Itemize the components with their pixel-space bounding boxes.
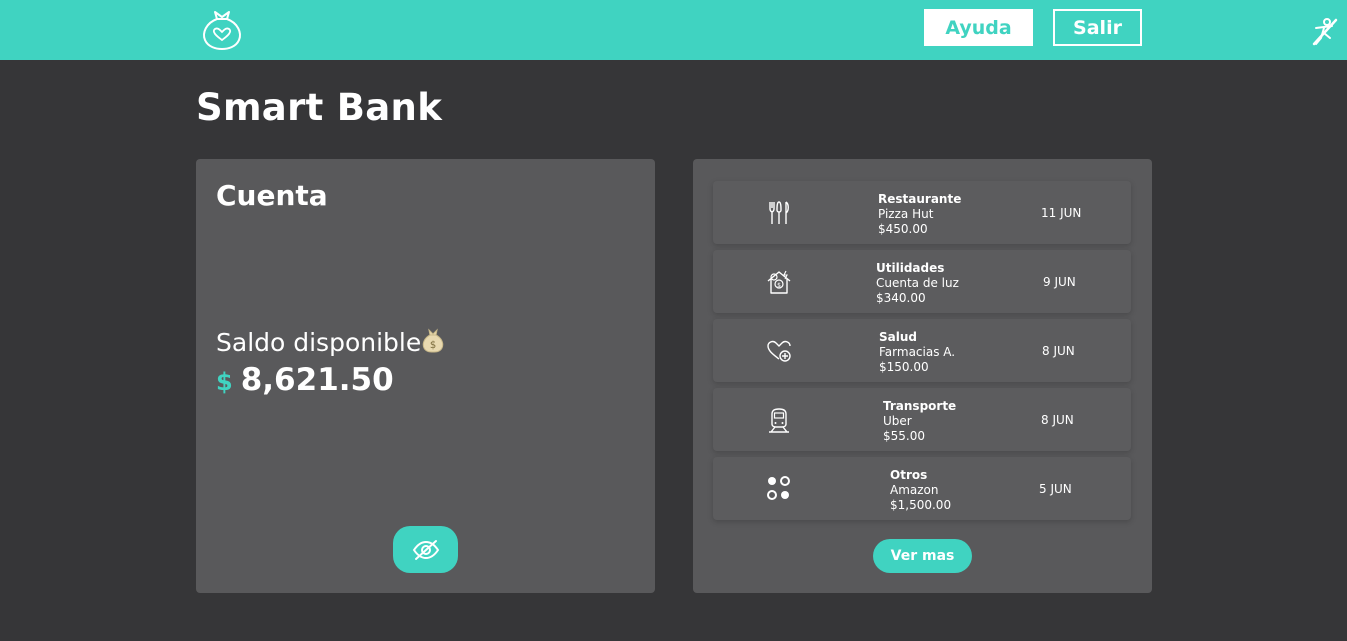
train-transport-icon bbox=[769, 408, 789, 433]
house-utilities-icon: $ bbox=[767, 270, 791, 294]
transaction-category: Salud bbox=[879, 330, 917, 344]
svg-text:$: $ bbox=[777, 282, 781, 289]
transaction-date: 5 JUN bbox=[1039, 482, 1072, 496]
transaction-category: Transporte bbox=[883, 399, 957, 413]
transaction-item[interactable]: Salud Farmacias A. $150.00 8 JUN bbox=[713, 319, 1131, 382]
toggle-balance-visibility-button[interactable] bbox=[393, 526, 458, 573]
money-bag-smile-icon[interactable] bbox=[200, 4, 244, 52]
transaction-details: Otros Amazon $1,500.00 bbox=[890, 468, 951, 513]
balance-amount-row: $8,621.50 bbox=[216, 362, 394, 398]
transactions-card: Restaurante Pizza Hut $450.00 11 JUN $ U… bbox=[693, 159, 1152, 593]
transaction-item[interactable]: Restaurante Pizza Hut $450.00 11 JUN bbox=[713, 181, 1131, 244]
help-button[interactable]: Ayuda bbox=[924, 9, 1033, 46]
grid-dots-icon bbox=[767, 476, 790, 500]
transaction-date: 8 JUN bbox=[1042, 344, 1075, 358]
transaction-date: 11 JUN bbox=[1041, 206, 1082, 220]
transaction-category: Otros bbox=[890, 468, 928, 482]
health-heart-icon bbox=[767, 340, 791, 362]
transaction-details: Restaurante Pizza Hut $450.00 bbox=[878, 192, 961, 237]
accessibility-toggle-icon[interactable] bbox=[1310, 16, 1338, 46]
page-title: Smart Bank bbox=[196, 86, 443, 129]
logout-button[interactable]: Salir bbox=[1053, 9, 1142, 46]
see-more-button[interactable]: Ver mas bbox=[873, 539, 972, 573]
transaction-category: Restaurante bbox=[878, 192, 962, 206]
top-navigation-bar: Ayuda Salir bbox=[0, 0, 1347, 60]
svg-text:$: $ bbox=[430, 340, 436, 351]
transaction-item[interactable]: $ Utilidades Cuenta de luz $340.00 9 JUN bbox=[713, 250, 1131, 313]
transaction-details: Transporte Uber $55.00 bbox=[883, 399, 956, 444]
eye-slash-icon bbox=[412, 539, 439, 560]
account-card: Cuenta Saldo disponible $ $8,621.50 bbox=[196, 159, 655, 593]
balance-label: Saldo disponible bbox=[216, 328, 422, 357]
transaction-amount: $55.00 bbox=[883, 429, 925, 443]
transaction-merchant: Cuenta de luz bbox=[876, 276, 959, 290]
transaction-amount: $450.00 bbox=[878, 222, 928, 236]
transaction-item[interactable]: Otros Amazon $1,500.00 5 JUN bbox=[713, 457, 1131, 520]
transaction-amount: $340.00 bbox=[876, 291, 926, 305]
transaction-category: Utilidades bbox=[876, 261, 945, 275]
transaction-merchant: Uber bbox=[883, 414, 912, 428]
transaction-details: Salud Farmacias A. $150.00 bbox=[879, 330, 955, 375]
balance-label-row: Saldo disponible $ bbox=[216, 327, 445, 357]
currency-symbol: $ bbox=[216, 368, 233, 396]
transaction-amount: $150.00 bbox=[879, 360, 929, 374]
transaction-merchant: Amazon bbox=[890, 483, 939, 497]
transaction-merchant: Farmacias A. bbox=[879, 345, 956, 359]
account-title: Cuenta bbox=[216, 179, 328, 212]
balance-amount: 8,621.50 bbox=[240, 362, 394, 398]
money-bag-icon: $ bbox=[423, 328, 444, 353]
transaction-item[interactable]: Transporte Uber $55.00 8 JUN bbox=[713, 388, 1131, 451]
transaction-merchant: Pizza Hut bbox=[878, 207, 934, 221]
transaction-details: Utilidades Cuenta de luz $340.00 bbox=[876, 261, 959, 306]
transaction-date: 8 JUN bbox=[1041, 413, 1074, 427]
transaction-date: 9 JUN bbox=[1043, 275, 1076, 289]
restaurant-cutlery-icon bbox=[769, 201, 789, 224]
transaction-amount: $1,500.00 bbox=[890, 498, 952, 512]
